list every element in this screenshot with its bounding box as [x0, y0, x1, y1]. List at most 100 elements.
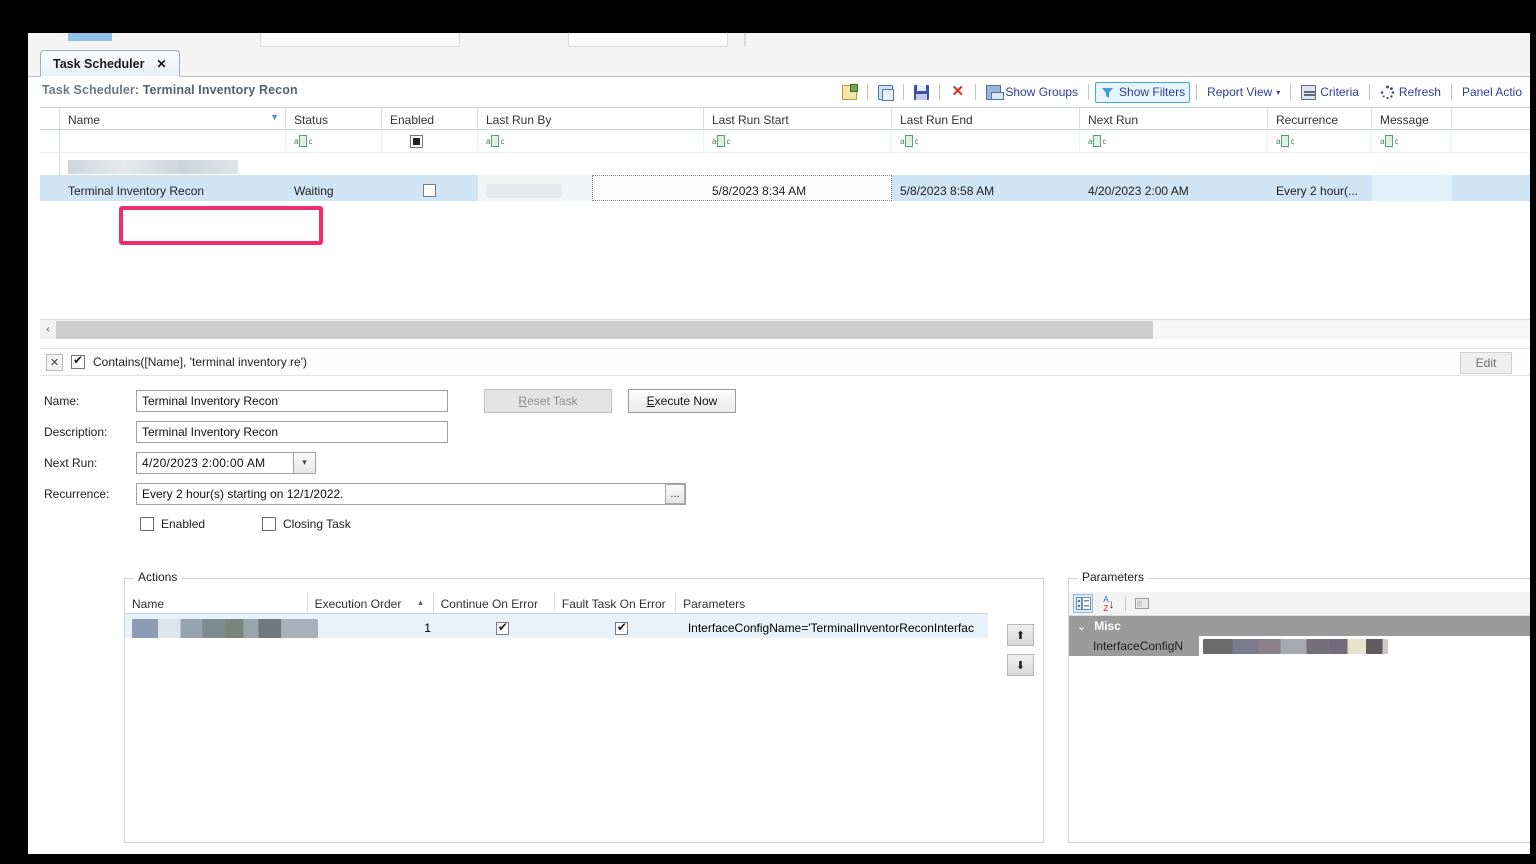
abc-filter-icon: ac: [1088, 135, 1106, 147]
page-title: Task Scheduler: Terminal Inventory Recon: [42, 83, 298, 97]
enabled-checkbox-item[interactable]: Enabled: [140, 517, 262, 531]
column-header-status[interactable]: Status: [286, 108, 382, 129]
fault-task-on-error-checkbox[interactable]: [615, 622, 628, 635]
actions-column-header-name[interactable]: Name: [125, 592, 308, 613]
categorized-view-button[interactable]: [1073, 594, 1093, 613]
filter-edit-button[interactable]: Edit: [1460, 352, 1512, 374]
filter-cell-name[interactable]: [60, 130, 286, 152]
filter-cell-message[interactable]: ac: [1372, 130, 1452, 152]
property-category-row[interactable]: ⌄ Misc: [1069, 616, 1530, 636]
actions-column-header-parameters[interactable]: Parameters: [676, 592, 988, 613]
task-scheduler-window: Task Scheduler ✕ Task Scheduler: Termina…: [28, 33, 1530, 854]
recurrence-input[interactable]: Every 2 hour(s) starting on 12/1/2022.: [136, 483, 686, 505]
filter-panel: ✕ Contains([Name], 'terminal inventory r…: [40, 348, 1530, 376]
column-header-label: Continue On Error: [441, 597, 538, 611]
scrollbar-track[interactable]: [56, 321, 1530, 339]
save-icon: [914, 85, 929, 100]
show-groups-button[interactable]: Show Groups: [982, 83, 1082, 102]
next-run-label: Next Run:: [40, 456, 136, 470]
column-header-recurrence[interactable]: Recurrence: [1268, 108, 1372, 129]
copy-button[interactable]: [874, 83, 897, 102]
filter-cell-next-run[interactable]: ac: [1080, 130, 1268, 152]
move-action-up-button[interactable]: ⬆: [1007, 624, 1034, 646]
property-row[interactable]: InterfaceConfigN: [1069, 636, 1530, 656]
property-value[interactable]: [1199, 636, 1530, 656]
cell-enabled: [382, 153, 478, 175]
show-filters-label: Show Filters: [1119, 85, 1185, 99]
filter-cell-enabled[interactable]: [382, 130, 478, 152]
actions-column-header-execution-order[interactable]: Execution Order ▲: [308, 592, 434, 613]
enabled-checkbox-label: Enabled: [161, 517, 205, 531]
column-header-label: Message: [1380, 113, 1429, 127]
show-filters-button[interactable]: Show Filters: [1095, 82, 1190, 103]
scrollbar-thumb[interactable]: [56, 321, 1153, 339]
chevron-down-icon[interactable]: ⌄: [1077, 620, 1086, 633]
recurrence-ellipsis-button[interactable]: ...: [665, 484, 685, 504]
table-row[interactable]: [40, 153, 1530, 175]
criteria-label: Criteria: [1320, 85, 1359, 99]
filter-enabled-checkbox[interactable]: [71, 355, 85, 369]
task-grid: Name ▼ Status Enabled Last Run By Last R…: [40, 107, 1530, 237]
description-input[interactable]: Terminal Inventory Recon: [136, 421, 448, 443]
cell-status: [286, 153, 382, 175]
scroll-left-icon[interactable]: ‹: [40, 321, 56, 339]
reset-task-button[interactable]: Reset Task: [484, 389, 612, 413]
column-header-message[interactable]: Message: [1372, 108, 1452, 129]
filter-cell-status[interactable]: ac: [286, 130, 382, 152]
grid-horizontal-scrollbar[interactable]: ‹: [40, 319, 1530, 339]
close-icon[interactable]: ✕: [156, 57, 166, 71]
criteria-icon: [1301, 85, 1316, 100]
delete-button[interactable]: ✕: [946, 83, 969, 102]
cell-last-run-start: 5/8/2023 8:34 AM: [704, 175, 892, 201]
filter-cell-last-run-by[interactable]: ac: [478, 130, 704, 152]
actions-column-header-fault-task-on-error[interactable]: Fault Task On Error: [555, 592, 676, 613]
filter-cell-last-run-start[interactable]: ac: [704, 130, 892, 152]
filter-cell-recurrence[interactable]: ac: [1268, 130, 1372, 152]
column-header-next-run[interactable]: Next Run: [1080, 108, 1268, 129]
criteria-button[interactable]: Criteria: [1297, 83, 1363, 102]
grid-header-row: Name ▼ Status Enabled Last Run By Last R…: [40, 108, 1530, 130]
chevron-down-icon[interactable]: ▾: [294, 452, 316, 474]
sort-alphabetical-button[interactable]: A Z ↓: [1099, 594, 1119, 613]
cell-enabled: [382, 175, 478, 201]
move-action-down-button[interactable]: ⬇: [1007, 654, 1034, 676]
column-header-label: Status: [294, 113, 328, 127]
enabled-filter-checkbox[interactable]: [410, 135, 423, 148]
top-ui-fragments: [28, 33, 1530, 49]
actions-column-header-continue-on-error[interactable]: Continue On Error: [434, 592, 555, 613]
tab-task-scheduler[interactable]: Task Scheduler ✕: [40, 50, 180, 77]
closing-task-checkbox[interactable]: [262, 517, 276, 531]
continue-on-error-checkbox[interactable]: [496, 622, 509, 635]
actions-cell-fault-task-on-error: [562, 614, 681, 638]
report-view-dropdown[interactable]: Report View ▾: [1203, 83, 1284, 101]
new-button[interactable]: [838, 83, 861, 102]
refresh-label: Refresh: [1399, 85, 1441, 99]
property-pages-button[interactable]: [1132, 594, 1152, 613]
page-title-value: Terminal Inventory Recon: [143, 83, 298, 97]
table-row[interactable]: Terminal Inventory Recon Waiting 5/8/202…: [40, 175, 1530, 201]
filter-cell-last-run-end[interactable]: ac: [892, 130, 1080, 152]
toolbar-divider: [939, 84, 940, 100]
filter-close-icon[interactable]: ✕: [46, 354, 63, 371]
enabled-checkbox[interactable]: [423, 184, 436, 197]
panel-actions-button[interactable]: Panel Actio: [1458, 83, 1526, 101]
column-header-last-run-start[interactable]: Last Run Start: [704, 108, 892, 129]
cell-recurrence: Every 2 hour(...: [1268, 175, 1372, 201]
closing-task-checkbox-item[interactable]: Closing Task: [262, 517, 351, 531]
column-header-enabled[interactable]: Enabled: [382, 108, 478, 129]
save-button[interactable]: [910, 83, 933, 102]
toolbar-divider: [1088, 84, 1089, 100]
execute-now-button[interactable]: Execute Now: [628, 389, 736, 413]
toolbar-divider: [903, 84, 904, 100]
name-input[interactable]: Terminal Inventory Recon: [136, 390, 448, 412]
refresh-button[interactable]: Refresh: [1376, 83, 1445, 102]
grid-filter-row: ac ac ac ac ac ac ac: [40, 130, 1530, 153]
task-detail-form: Name: Terminal Inventory Recon Reset Tas…: [40, 385, 1530, 539]
next-run-input[interactable]: 4/20/2023 2:00:00 AM: [136, 452, 294, 474]
column-header-name[interactable]: Name ▼: [60, 108, 286, 129]
table-row[interactable]: 1 InterfaceConfigName='TerminalInventorR…: [125, 614, 988, 638]
actions-grid-header: Name Execution Order ▲ Continue On Error…: [125, 592, 988, 614]
column-header-last-run-end[interactable]: Last Run End: [892, 108, 1080, 129]
enabled-checkbox[interactable]: [140, 517, 154, 531]
column-header-last-run-by[interactable]: Last Run By: [478, 108, 704, 129]
